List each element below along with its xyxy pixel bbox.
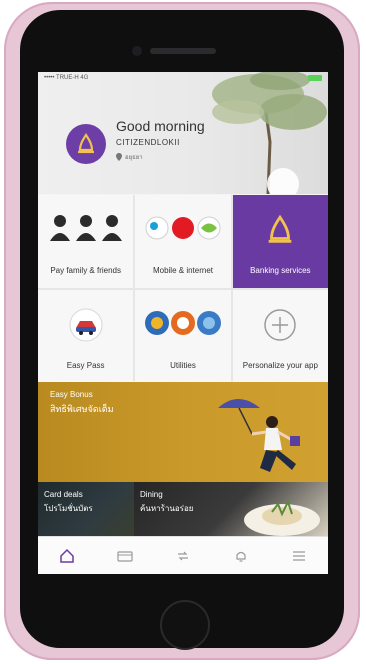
home-icon[interactable] bbox=[55, 544, 79, 568]
location: อยุธยา bbox=[116, 152, 143, 162]
dining-card[interactable]: Dining ค้นหาร้านอร่อย bbox=[134, 482, 328, 536]
tile-banking-services[interactable]: Banking services bbox=[232, 195, 328, 288]
woman-umbrella-illustration bbox=[218, 399, 300, 472]
bottom-tab-bar bbox=[38, 536, 328, 574]
tile-easy-pass[interactable]: Easy Pass bbox=[38, 290, 134, 383]
battery-icon bbox=[308, 75, 322, 81]
home-button[interactable] bbox=[160, 600, 210, 650]
banner-subtitle: สิทธิพิเศษจัดเต็ม bbox=[50, 404, 114, 414]
carrier-text: ••••• TRUE-H 4G bbox=[44, 75, 89, 81]
car-icon bbox=[38, 308, 133, 342]
tile-utilities[interactable]: Utilities bbox=[135, 290, 231, 383]
deal-subtitle: ค้นหาร้านอร่อย bbox=[140, 504, 194, 513]
status-bar: ••••• TRUE-H 4G bbox=[38, 72, 328, 84]
bank-logo bbox=[66, 124, 106, 164]
card-deals-card[interactable]: Card deals โปรโมชั่นบัตร bbox=[38, 482, 134, 536]
service-grid: Pay family & friends Mobile & internet B… bbox=[38, 195, 328, 383]
front-camera bbox=[132, 46, 142, 56]
earpiece-speaker bbox=[150, 48, 216, 54]
people-icon bbox=[38, 213, 133, 243]
bank-bell-icon bbox=[233, 213, 328, 247]
bank-bell-icon bbox=[78, 133, 94, 154]
transfer-icon[interactable] bbox=[171, 544, 195, 568]
deal-title: Card deals bbox=[44, 490, 83, 499]
utility-logos-icon bbox=[135, 308, 230, 338]
menu-icon[interactable] bbox=[287, 544, 311, 568]
food-plate-illustration bbox=[244, 499, 320, 536]
app-screen: ••••• TRUE-H 4G Good morning CITIZENDLOK… bbox=[38, 72, 328, 574]
deal-subtitle: โปรโมชั่นบัตร bbox=[44, 504, 93, 513]
bell-icon[interactable] bbox=[229, 544, 253, 568]
tile-mobile-internet[interactable]: Mobile & internet bbox=[135, 195, 231, 288]
card-icon[interactable] bbox=[113, 544, 137, 568]
deals-row: Card deals โปรโมชั่นบัตร Dining ค้นหาร้า… bbox=[38, 482, 328, 536]
tile-label: Utilities bbox=[170, 361, 196, 370]
tile-personalize[interactable]: Personalize your app bbox=[232, 290, 328, 383]
location-text: อยุธยา bbox=[125, 155, 143, 161]
location-pin-icon bbox=[116, 153, 122, 161]
carrier-logos-icon bbox=[135, 213, 230, 243]
username-text: CITIZENDLOKII bbox=[116, 138, 180, 147]
banner-title: Easy Bonus bbox=[50, 390, 93, 399]
tile-label: Banking services bbox=[250, 266, 311, 275]
tile-pay-family[interactable]: Pay family & friends bbox=[38, 195, 134, 288]
tile-label: Mobile & internet bbox=[152, 266, 213, 275]
tile-label: Personalize your app bbox=[242, 361, 318, 370]
tile-label: Easy Pass bbox=[66, 361, 105, 370]
tile-label: Pay family & friends bbox=[50, 266, 122, 275]
header: ••••• TRUE-H 4G Good morning CITIZENDLOK… bbox=[38, 72, 328, 194]
plus-icon bbox=[233, 308, 328, 342]
easy-bonus-banner[interactable]: Easy Bonus สิทธิพิเศษจัดเต็ม bbox=[38, 382, 328, 482]
greeting-text: Good morning bbox=[116, 118, 205, 134]
deal-title: Dining bbox=[140, 490, 163, 499]
